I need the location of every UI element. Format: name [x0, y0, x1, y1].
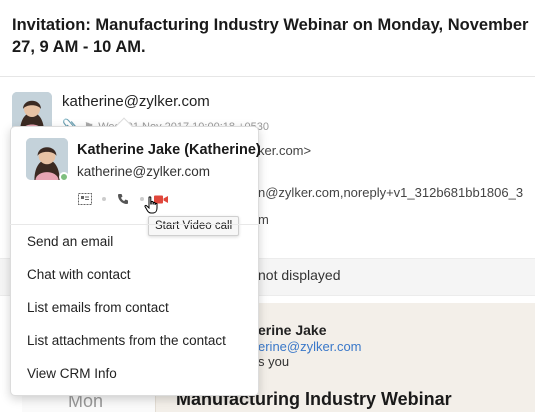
- menu-send-email[interactable]: Send an email: [27, 234, 113, 249]
- separator-dot: [102, 197, 106, 201]
- email-subject: Invitation: Manufacturing Industry Webin…: [12, 16, 529, 56]
- recipient-fragment: ker.com>: [258, 143, 312, 158]
- images-notice-text: not displayed: [258, 267, 341, 283]
- menu-list-attachments[interactable]: List attachments from the contact: [27, 333, 226, 348]
- contact-email: katherine@zylker.com: [77, 164, 211, 179]
- cc-fragment: n@zylker.com,noreply+v1_312b681bb1806_3: [258, 185, 524, 200]
- phone-icon[interactable]: [115, 191, 131, 207]
- header-divider: [0, 76, 535, 77]
- invite-organizer-email[interactable]: erine@zylker.com: [258, 339, 362, 354]
- hand-cursor-icon: [144, 196, 158, 214]
- video-call-tooltip: Start Video call: [148, 216, 240, 236]
- menu-view-crm-info[interactable]: View CRM Info: [27, 366, 117, 381]
- popup-divider: [10, 224, 259, 225]
- menu-list-emails[interactable]: List emails from contact: [27, 300, 169, 315]
- menu-chat-with-contact[interactable]: Chat with contact: [27, 267, 131, 282]
- contact-card-icon[interactable]: [77, 191, 93, 207]
- sender-email[interactable]: katherine@zylker.com: [62, 93, 210, 110]
- invite-organizer-name: erine Jake: [258, 322, 327, 338]
- invite-subtext: s you: [258, 354, 290, 369]
- contact-name: Katherine Jake (Katherine): [77, 142, 261, 158]
- recipient-fragment-2: m: [258, 212, 269, 227]
- online-status-indicator: [59, 172, 69, 182]
